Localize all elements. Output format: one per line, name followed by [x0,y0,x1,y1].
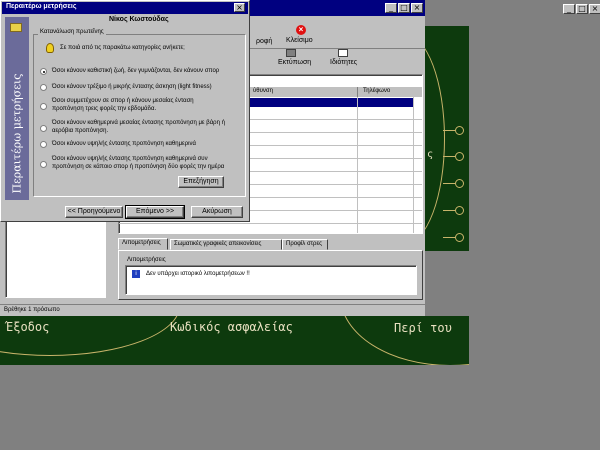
green-panel: ς [425,26,469,251]
column-header-phone[interactable]: Τηλέφωνο [363,88,390,94]
group-box-label: Κατανάλωση πρωτεΐνης [38,29,106,35]
panel-title: Λιπομετρήσεις [127,257,166,263]
previous-button[interactable]: << Προηγούμενο [65,206,123,218]
tab-body-graphics-label: Σωματικές γραφικές απεικονίσεις [174,241,262,247]
tab-stress-profile[interactable]: Προφίλ στρες [282,239,328,250]
toolbar-row-1: ροφή × Κλείσιμο [250,24,425,49]
grid-vertical-2 [413,97,414,233]
dialog-title: Περαιτέρω μετρήσεις [6,3,77,10]
column-divider [357,87,358,97]
option-radio-4[interactable] [40,125,47,132]
properties-icon [338,49,348,57]
menu-connector-2 [443,156,455,157]
main-maximize-button[interactable]: □ [398,3,410,13]
print-toolbar-label: Εκτύπωση [278,59,312,66]
option-label-5[interactable]: Όσοι κάνουν υψηλής έντασης προπόνηση καθ… [52,140,242,148]
option-radio-5[interactable] [40,141,47,148]
toolbar-row-2: Εκτύπωση Ιδιότητες [250,48,425,70]
option-label-1[interactable]: Όσοι κάνουν καθιστική ζωή, δεν γυμνάζοντ… [52,67,242,75]
tab-strip: Λιπομετρήσεις Σωματικές γραφικές απεικον… [118,238,423,250]
explain-button[interactable]: Επεξήγηση [178,176,224,188]
outer-minimize-button[interactable]: _ [563,4,575,14]
close-circle-icon: × [296,25,306,35]
menu-node-2[interactable] [455,152,464,161]
side-banner-label: Περαιτέρω μετρήσεις [10,73,24,194]
menu-node-1[interactable] [455,126,464,135]
tab-fat-measurements[interactable]: Λιπομετρήσεις [118,238,168,250]
about-menu-item[interactable]: Περί του [394,321,452,335]
option-label-4[interactable]: Όσοι κάνουν καθημερινά μεσαίας έντασης π… [52,119,242,135]
menu-connector-3 [443,183,455,184]
option-label-6[interactable]: Όσοι κάνουν υψηλής έντασης προπόνηση καθ… [52,155,232,171]
option-radio-1[interactable] [40,68,47,75]
fat-measurements-panel: Λιπομετρήσεις i Δεν υπάρχει ιστορικό λιπ… [118,250,423,300]
option-radio-6[interactable] [40,161,47,168]
option-radio-3[interactable] [40,103,47,110]
panel-message: Δεν υπάρχει ιστορικό λιπομετρήσεων !! [146,271,250,277]
column-header-address[interactable]: ύθυνση [253,88,273,94]
menu-connector-5 [443,237,455,238]
menu-connector-4 [443,210,455,211]
main-minimize-button[interactable]: _ [385,3,397,13]
main-close-button[interactable]: × [411,3,423,13]
folder-icon [10,23,22,32]
menu-node-4[interactable] [455,206,464,215]
green-partial-glyph: ς [427,149,434,160]
menu-node-5[interactable] [455,233,464,242]
print-toolbar-button[interactable]: Εκτύπωση [272,48,312,70]
info-icon: i [132,270,140,278]
password-menu-item[interactable]: Κωδικός ασφαλείας [170,320,293,334]
option-label-2[interactable]: Όσοι κάνουν τρέξιμο ή μικρής έντασης άσκ… [52,83,242,91]
menu-node-3[interactable] [455,179,464,188]
next-button[interactable]: Επόμενο >> [125,205,185,219]
close-toolbar-button[interactable]: × Κλείσιμο [282,24,322,48]
tab-body-graphics[interactable]: Σωματικές γραφικές απεικονίσεις [170,239,282,250]
menu-connector-1 [443,130,455,131]
question-text: Σε ποιά από τις παρακάτω κατηγορίες ανήκ… [60,45,185,51]
properties-toolbar-label: Ιδιότητες [330,59,358,66]
green-bottom-strip: Έξοδος Κωδικός ασφαλείας Περί του [0,316,469,365]
dialog-titlebar: Περαιτέρω μετρήσεις × [2,2,248,14]
partial-toolbar-label[interactable]: ροφή [256,38,272,45]
dialog-side-banner: Περαιτέρω μετρήσεις [5,17,29,200]
exit-menu-item[interactable]: Έξοδος [6,320,49,334]
outer-maximize-button[interactable]: □ [576,4,588,14]
side-banner-text-wrap: Περαιτέρω μετρήσεις [5,73,29,197]
cancel-button[interactable]: Ακύρωση [191,206,243,218]
table-row-selected[interactable] [249,98,413,107]
close-toolbar-label: Κλείσιμο [286,37,313,44]
person-name: Νίκος Κωστούδας [109,16,169,23]
left-list[interactable] [5,212,106,298]
properties-toolbar-button[interactable]: Ιδιότητες [322,48,366,70]
option-label-3[interactable]: Όσοι συμμετέχουν σε σπορ ή κάνουν μεσαία… [52,97,222,113]
outer-close-button[interactable]: × [589,4,600,14]
tab-fat-measurements-label: Λιπομετρήσεις [122,240,161,246]
protein-group-box: Κατανάλωση πρωτεΐνης Σε ποιά από τις παρ… [33,29,246,197]
option-radio-2[interactable] [40,84,47,91]
dialog-close-button[interactable]: × [234,3,245,12]
further-measurements-dialog: Περαιτέρω μετρήσεις × Περαιτέρω μετρήσει… [0,0,250,222]
status-text: Βρέθηκε 1 πρόσωπο [4,307,60,313]
lightbulb-icon [46,43,54,53]
panel-message-box: i Δεν υπάρχει ιστορικό λιπομετρήσεων !! [125,265,417,295]
grid-vertical-1 [357,97,358,233]
printer-icon [286,49,296,57]
green-arc [425,34,445,244]
tab-stress-profile-label: Προφίλ στρες [286,241,323,247]
